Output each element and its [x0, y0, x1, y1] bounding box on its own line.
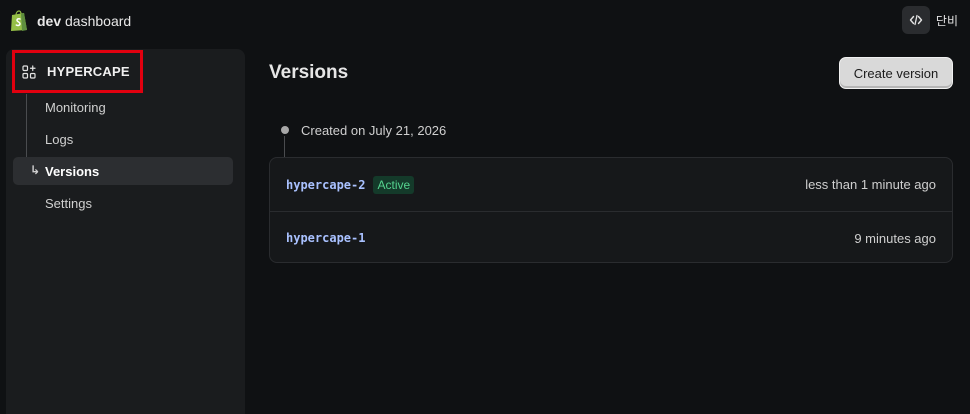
sidebar-item-label: Monitoring: [45, 99, 106, 115]
sidebar-item-versions[interactable]: ↳ Versions: [13, 157, 233, 185]
version-row[interactable]: hypercape-2 Active less than 1 minute ag…: [270, 158, 952, 211]
create-version-button[interactable]: Create version: [839, 57, 953, 89]
code-toggle-button[interactable]: [901, 6, 930, 34]
top-right-controls: 단비: [901, 6, 962, 34]
app-header[interactable]: HYPERCAPE: [12, 50, 143, 93]
sidebar-item-logs[interactable]: Logs: [13, 125, 233, 153]
sidebar-item-label: Settings: [45, 195, 92, 211]
sidebar-item-monitoring[interactable]: Monitoring: [13, 93, 233, 121]
arrow-right-icon: ↳: [30, 163, 41, 177]
version-time: less than 1 minute ago: [805, 177, 936, 192]
version-name[interactable]: hypercape-2: [286, 178, 365, 192]
status-badge: Active: [373, 175, 415, 194]
brand-text-bold: dev: [37, 13, 62, 29]
code-icon: [909, 14, 923, 26]
sidebar-item-settings[interactable]: Settings: [13, 189, 233, 217]
timeline-dot: [281, 126, 289, 134]
timeline-label: Created on July 21, 2026: [301, 123, 447, 138]
shopify-bag-icon: [11, 10, 27, 31]
version-name[interactable]: hypercape-1: [286, 231, 365, 245]
user-name[interactable]: 단비: [936, 12, 962, 29]
sidebar-item-label: Versions: [45, 163, 100, 179]
app-name: HYPERCAPE: [47, 64, 130, 79]
brand-text-rest: dashboard: [61, 13, 132, 29]
version-time: 9 minutes ago: [854, 230, 936, 246]
versions-list: hypercape-2 Active less than 1 minute ag…: [269, 157, 953, 263]
version-row[interactable]: hypercape-1 9 minutes ago: [270, 211, 952, 262]
brand[interactable]: dev dashboard: [9, 10, 131, 32]
timeline-line: [284, 136, 285, 158]
top-bar: dev dashboard 단비: [0, 0, 970, 42]
sidebar-item-label: Logs: [45, 131, 74, 147]
brand-text: dev dashboard: [37, 13, 131, 29]
page-title: Versions: [269, 62, 349, 83]
app-grid-icon: [22, 64, 36, 79]
